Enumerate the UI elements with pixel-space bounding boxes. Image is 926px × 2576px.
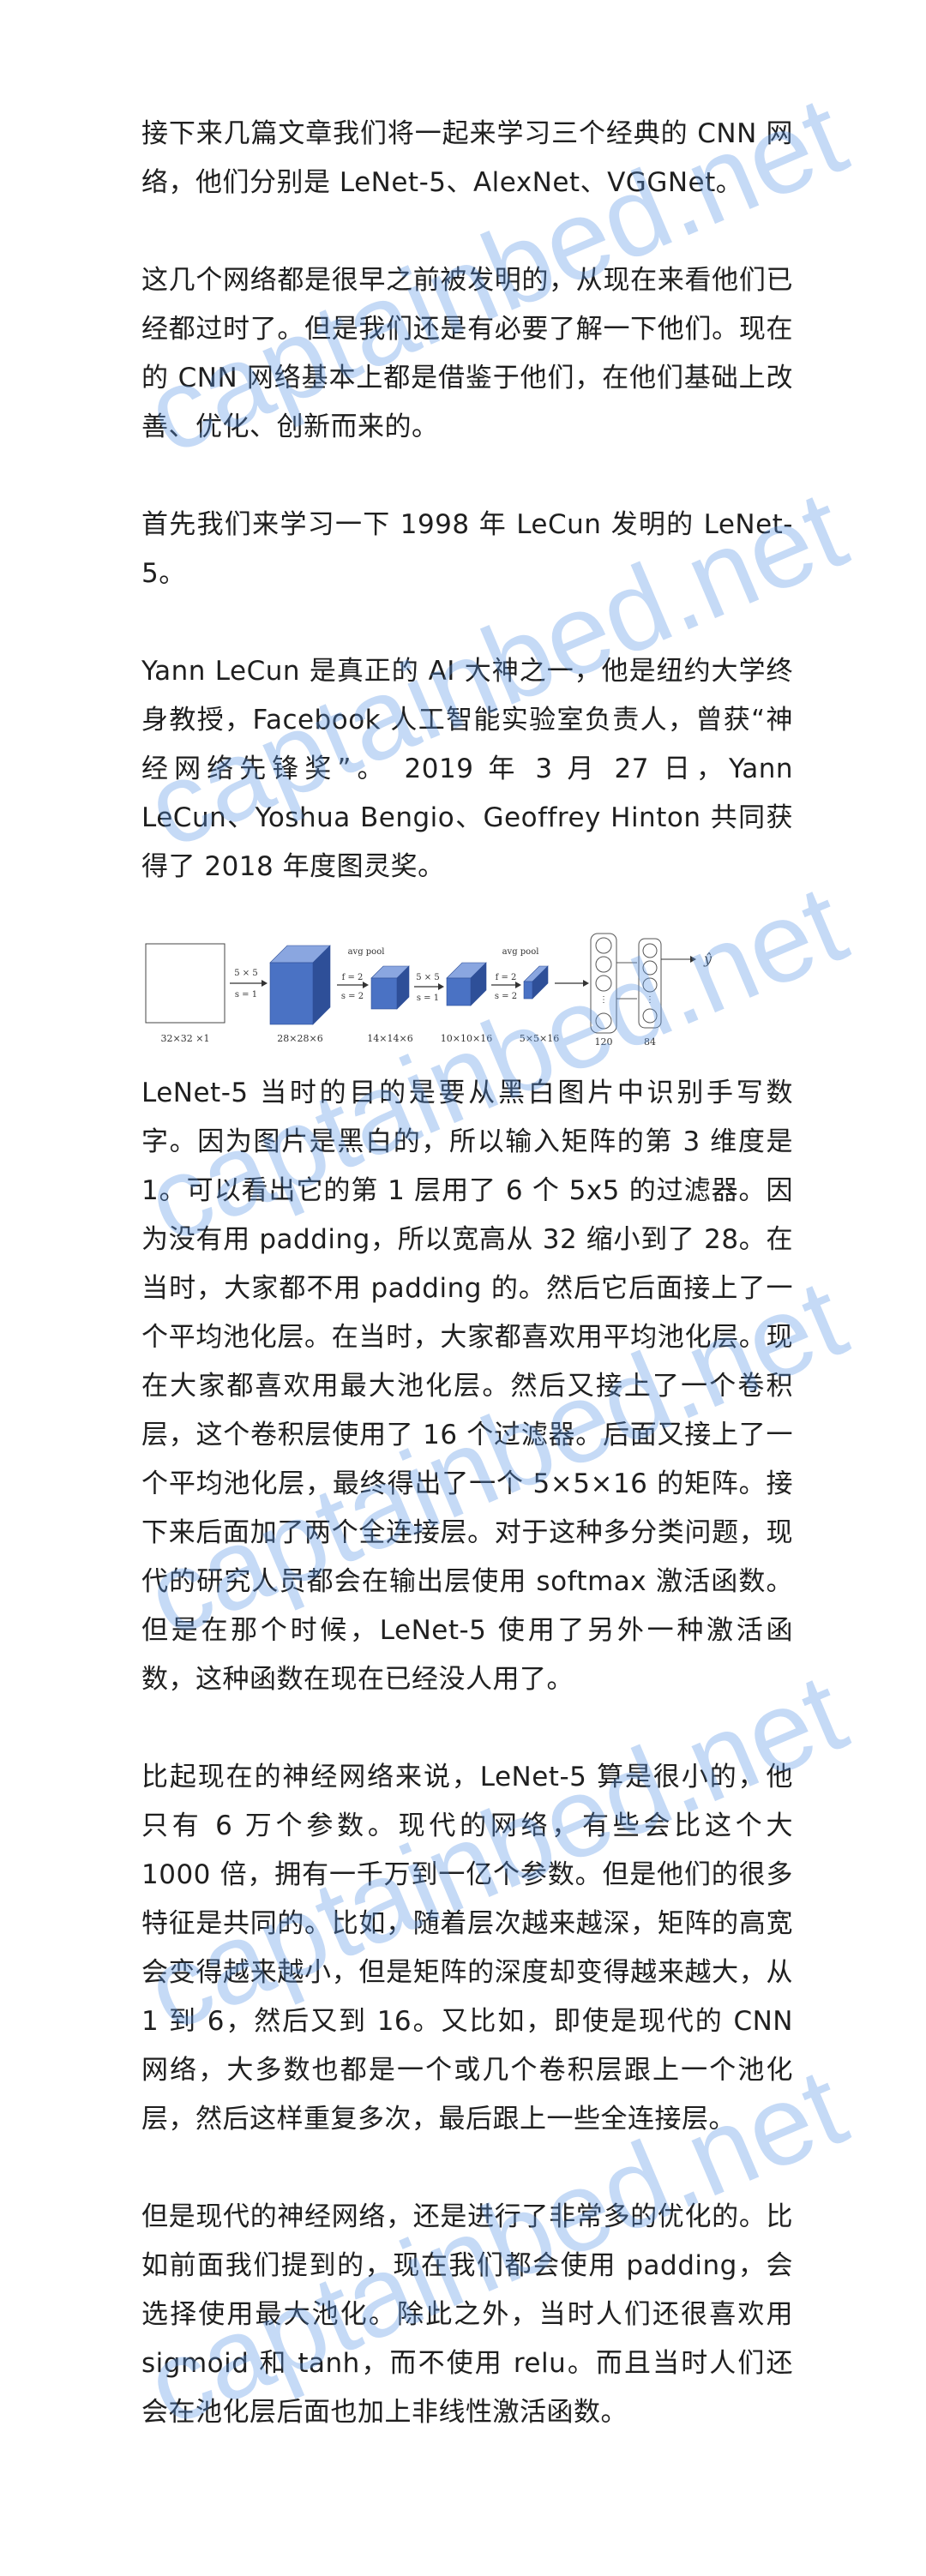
fc1-label: 120 bbox=[595, 1036, 613, 1048]
paragraph-lenet-intro: 首先我们来学习一下 1998 年 LeCun 发明的 LeNet-5。 bbox=[141, 509, 793, 589]
input-image-box bbox=[145, 943, 225, 1024]
paragraph-optimization: 但是现代的神经网络，还是进行了非常多的优化的。比如前面我们提到的，现在我们都会使… bbox=[141, 2201, 793, 2428]
pool2-volume bbox=[523, 965, 549, 1000]
paragraph-lecun: Yann LeCun 是真正的 AI 大神之一，他是纽约大学终身教授，Faceb… bbox=[141, 656, 793, 882]
pool2-title: avg pool bbox=[502, 947, 539, 957]
article-body: 接下来几篇文章我们将一起来学习三个经典的 CNN 网络，他们分别是 LeNet-… bbox=[141, 110, 793, 2486]
fc1-layer: ⋮ bbox=[590, 933, 617, 1034]
pool2-op-f: f = 2 bbox=[496, 973, 517, 982]
paragraph-comparison: 比起现在的神经网络来说，LeNet-5 算是很小的，他只有 6 万个参数。现代的… bbox=[141, 1762, 793, 2135]
paragraph-lenet-detail: LeNet-5 当时的目的是要从黑白图片中识别手写数字。因为图片是黑白的，所以输… bbox=[141, 1078, 793, 1695]
paragraph-history: 这几个网络都是很早之前被发明的，从现在来看他们已经都过时了。但是我们还是有必要了… bbox=[141, 265, 793, 442]
lenet5-diagram: 32×32 ×1 5 × 5 s = 1 28×28×6 avg pool f … bbox=[145, 933, 713, 1048]
conv2-op-size: 5 × 5 bbox=[416, 973, 439, 982]
lenet5-architecture-figure: 32×32 ×1 5 × 5 s = 1 28×28×6 avg pool f … bbox=[141, 928, 793, 1048]
pool1-op-s: s = 2 bbox=[341, 992, 364, 1001]
conv1-volume bbox=[269, 945, 331, 1025]
pool1-volume bbox=[370, 965, 410, 1010]
conv2-label: 10×10×16 bbox=[441, 1033, 492, 1044]
fc2-layer: ⋮ bbox=[638, 938, 662, 1029]
pool1-label: 14×14×6 bbox=[367, 1033, 412, 1044]
conv2-volume bbox=[446, 962, 487, 1006]
svg-text:⋮: ⋮ bbox=[646, 995, 654, 1005]
pool2-label: 5×5×16 bbox=[520, 1033, 559, 1044]
paragraph-intro: 接下来几篇文章我们将一起来学习三个经典的 CNN 网络，他们分别是 LeNet-… bbox=[141, 118, 793, 198]
pool1-title: avg pool bbox=[348, 947, 385, 957]
conv1-op-size: 5 × 5 bbox=[234, 969, 257, 978]
conv1-op-stride: s = 1 bbox=[235, 990, 257, 1000]
svg-text:⋮: ⋮ bbox=[599, 995, 608, 1005]
conv1-label: 28×28×6 bbox=[277, 1033, 322, 1044]
fc2-label: 84 bbox=[644, 1036, 656, 1048]
input-label: 32×32 ×1 bbox=[161, 1033, 210, 1044]
output-label: ŷ bbox=[703, 951, 713, 967]
pool1-op-f: f = 2 bbox=[342, 973, 364, 982]
conv2-op-stride: s = 1 bbox=[417, 994, 439, 1003]
pool2-op-s: s = 2 bbox=[495, 992, 517, 1001]
